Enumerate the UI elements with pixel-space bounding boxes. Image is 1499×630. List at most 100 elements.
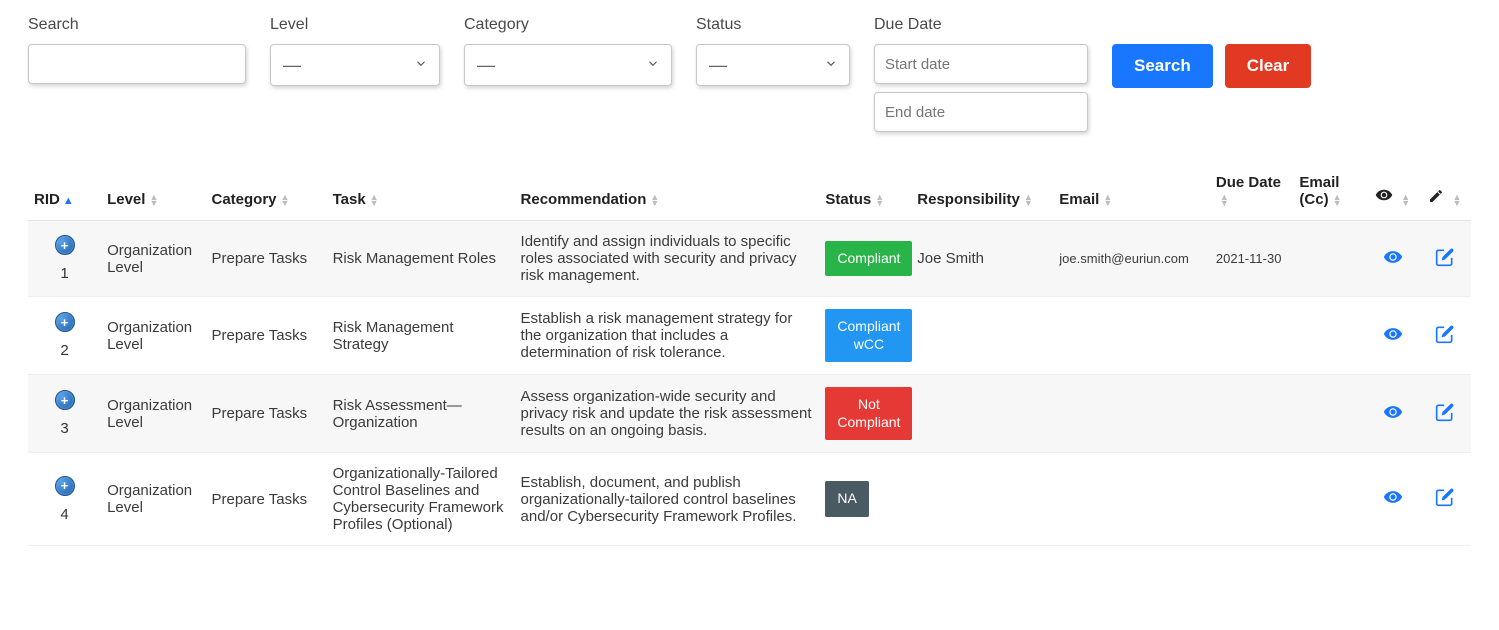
sort-icon: ▲▼	[650, 194, 659, 206]
expand-button[interactable]: +	[55, 235, 75, 255]
cell-email	[1053, 297, 1210, 375]
level-select[interactable]: —	[270, 44, 440, 86]
edit-button[interactable]	[1435, 487, 1455, 507]
view-button[interactable]	[1383, 402, 1403, 422]
start-date-input[interactable]	[874, 44, 1088, 84]
cell-responsibility: Joe Smith	[911, 221, 1053, 297]
table-row: +2Organization LevelPrepare TasksRisk Ma…	[28, 297, 1471, 375]
view-button[interactable]	[1383, 247, 1403, 267]
filter-bar: Search Level — Category — Status —	[28, 16, 1471, 140]
cell-recommendation: Establish, document, and publish organiz…	[515, 453, 820, 546]
table-header-row: RID▲ Level▲▼ Category▲▼ Task▲▼ Recommend…	[28, 166, 1471, 221]
sort-icon: ▲▼	[1401, 194, 1410, 206]
col-header-status[interactable]: Status▲▼	[819, 166, 911, 221]
search-input[interactable]	[28, 44, 246, 84]
view-button[interactable]	[1383, 487, 1403, 507]
col-header-edit[interactable]: ▲▼	[1419, 166, 1471, 221]
sort-icon: ▲▼	[281, 194, 290, 206]
cell-duedate	[1210, 453, 1294, 546]
table-row: +1Organization LevelPrepare TasksRisk Ma…	[28, 221, 1471, 297]
status-select-value: —	[709, 55, 727, 76]
cell-status: Compliant wCC	[819, 297, 911, 375]
cell-level: Organization Level	[101, 297, 205, 375]
cell-email	[1053, 375, 1210, 453]
col-header-level[interactable]: Level▲▼	[101, 166, 205, 221]
category-select[interactable]: —	[464, 44, 672, 86]
cell-level: Organization Level	[101, 453, 205, 546]
search-label: Search	[28, 16, 246, 34]
view-button[interactable]	[1383, 324, 1403, 344]
sort-icon: ▲▼	[875, 194, 884, 206]
category-select-value: —	[477, 55, 495, 76]
status-label: Status	[696, 16, 850, 34]
status-badge: NA	[825, 481, 868, 517]
status-select[interactable]: —	[696, 44, 850, 86]
sort-icon: ▲▼	[1333, 194, 1342, 206]
cell-recommendation: Assess organization-wide security and pr…	[515, 375, 820, 453]
sort-icon: ▲▼	[370, 194, 379, 206]
table-row: +4Organization LevelPrepare TasksOrganiz…	[28, 453, 1471, 546]
cell-task: Risk Assessment—Organization	[327, 375, 515, 453]
end-date-input[interactable]	[874, 92, 1088, 132]
cell-email	[1053, 453, 1210, 546]
cell-responsibility	[911, 297, 1053, 375]
cell-duedate	[1210, 375, 1294, 453]
cell-duedate: 2021-11-30	[1210, 221, 1294, 297]
status-badge: Not Compliant	[825, 387, 912, 440]
cell-email: joe.smith@euriun.com	[1053, 221, 1210, 297]
search-button[interactable]: Search	[1112, 44, 1213, 88]
col-header-email[interactable]: Email▲▼	[1053, 166, 1210, 221]
rid-value: 1	[34, 265, 95, 282]
col-header-responsibility[interactable]: Responsibility▲▼	[911, 166, 1053, 221]
cell-level: Organization Level	[101, 375, 205, 453]
expand-button[interactable]: +	[55, 390, 75, 410]
cell-emailcc	[1293, 375, 1366, 453]
status-badge: Compliant	[825, 241, 912, 277]
level-select-value: —	[283, 55, 301, 76]
rid-value: 4	[34, 506, 95, 523]
cell-emailcc	[1293, 221, 1366, 297]
cell-task: Risk Management Strategy	[327, 297, 515, 375]
table-row: +3Organization LevelPrepare TasksRisk As…	[28, 375, 1471, 453]
cell-level: Organization Level	[101, 221, 205, 297]
col-header-recommendation[interactable]: Recommendation▲▼	[515, 166, 820, 221]
pencil-icon	[1428, 191, 1448, 208]
duedate-group: Due Date	[874, 16, 1088, 140]
results-table: RID▲ Level▲▼ Category▲▼ Task▲▼ Recommend…	[28, 166, 1471, 546]
rid-value: 3	[34, 420, 95, 437]
eye-icon	[1375, 191, 1397, 208]
expand-button[interactable]: +	[55, 312, 75, 332]
search-group: Search	[28, 16, 246, 84]
cell-status: Not Compliant	[819, 375, 911, 453]
cell-responsibility	[911, 453, 1053, 546]
category-group: Category —	[464, 16, 672, 86]
col-header-task[interactable]: Task▲▼	[327, 166, 515, 221]
category-label: Category	[464, 16, 672, 34]
cell-category: Prepare Tasks	[205, 221, 326, 297]
level-label: Level	[270, 16, 440, 34]
cell-category: Prepare Tasks	[205, 453, 326, 546]
status-group: Status —	[696, 16, 850, 86]
rid-value: 2	[34, 342, 95, 359]
edit-button[interactable]	[1435, 402, 1455, 422]
col-header-category[interactable]: Category▲▼	[205, 166, 326, 221]
clear-button[interactable]: Clear	[1225, 44, 1312, 88]
cell-responsibility	[911, 375, 1053, 453]
edit-button[interactable]	[1435, 247, 1455, 267]
cell-status: Compliant	[819, 221, 911, 297]
sort-asc-icon: ▲	[63, 195, 74, 207]
col-header-view[interactable]: ▲▼	[1366, 166, 1418, 221]
cell-recommendation: Establish a risk management strategy for…	[515, 297, 820, 375]
sort-icon: ▲▼	[1103, 194, 1112, 206]
col-header-rid[interactable]: RID▲	[28, 166, 101, 221]
cell-duedate	[1210, 297, 1294, 375]
cell-recommendation: Identify and assign individuals to speci…	[515, 221, 820, 297]
col-header-emailcc[interactable]: Email (Cc)▲▼	[1293, 166, 1366, 221]
sort-icon: ▲▼	[1452, 194, 1461, 206]
status-badge: Compliant wCC	[825, 309, 912, 362]
sort-icon: ▲▼	[1220, 194, 1229, 206]
duedate-label: Due Date	[874, 16, 1088, 34]
expand-button[interactable]: +	[55, 476, 75, 496]
edit-button[interactable]	[1435, 324, 1455, 344]
col-header-duedate[interactable]: Due Date▲▼	[1210, 166, 1294, 221]
